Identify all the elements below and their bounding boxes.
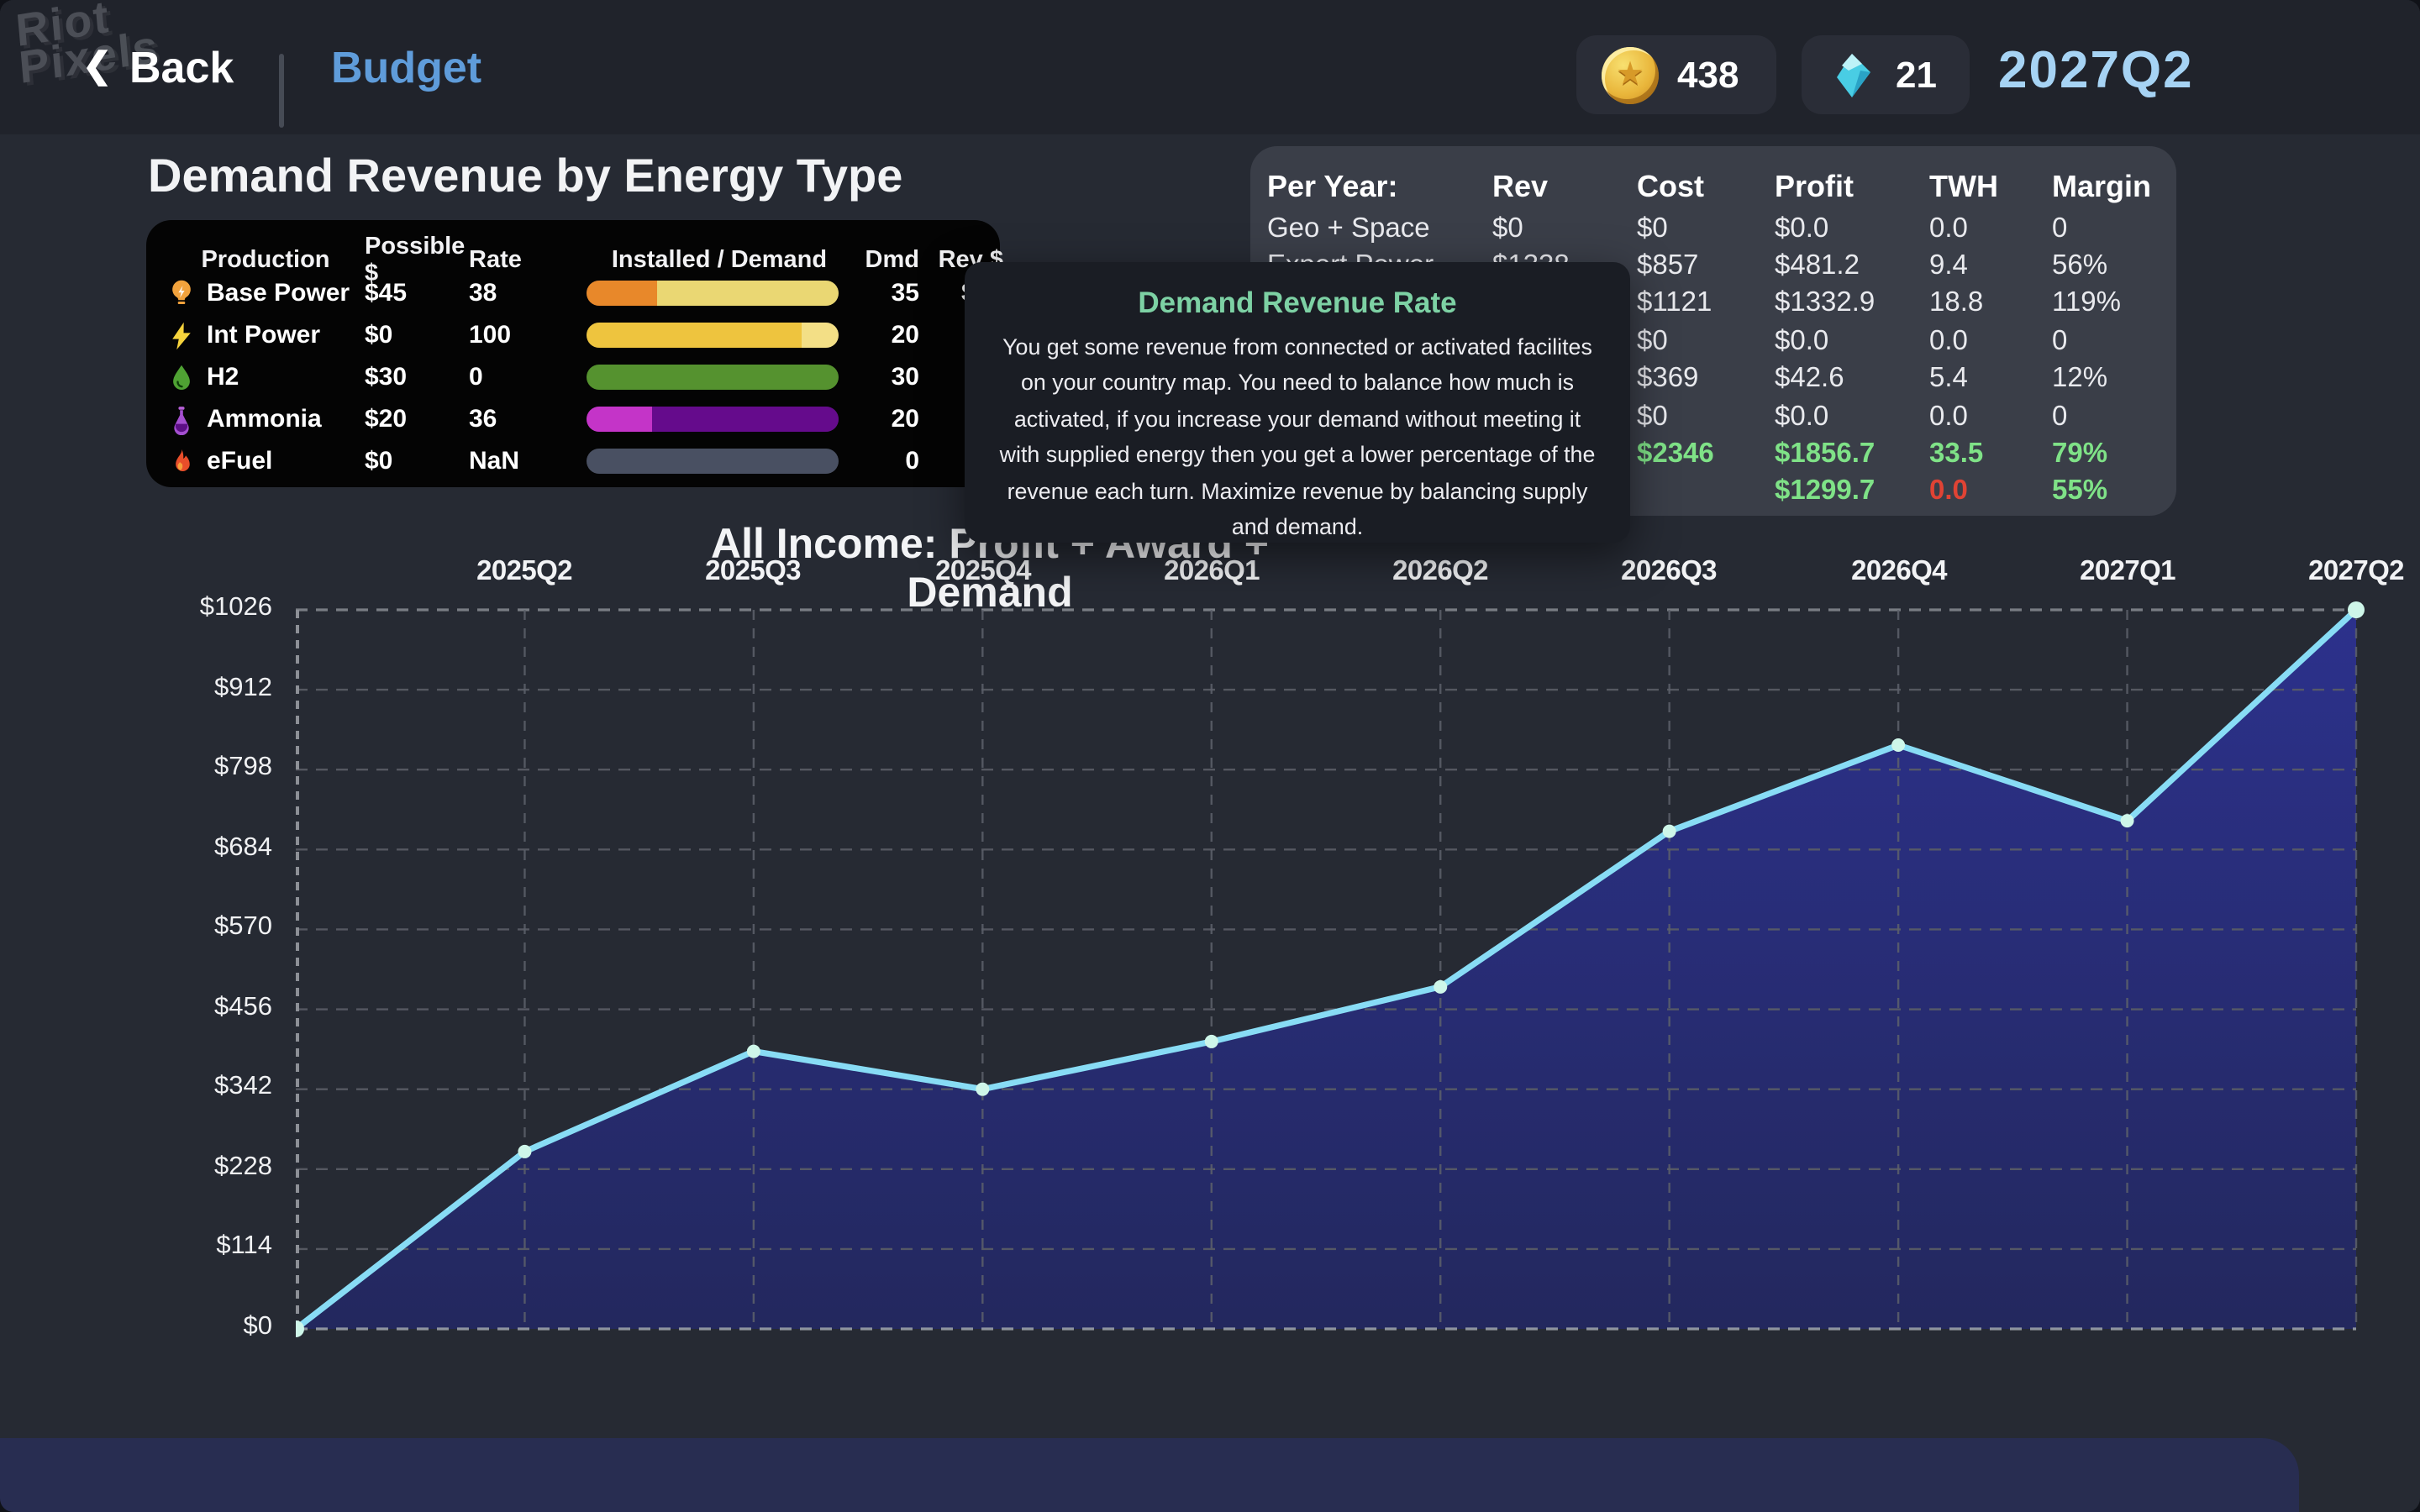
y-tick-label: $0 bbox=[161, 1312, 272, 1342]
x-tick-label: 2026Q3 bbox=[1593, 556, 1744, 588]
y-tick-label: $114 bbox=[161, 1231, 272, 1262]
energy-name: Ammonia bbox=[207, 405, 322, 433]
coin-counter[interactable]: ★ 438 bbox=[1576, 35, 1776, 114]
dmd-value: 35 bbox=[852, 279, 919, 307]
installed-demand-bar bbox=[587, 365, 839, 390]
coin-icon: ★ bbox=[1602, 46, 1659, 103]
energy-name: eFuel bbox=[207, 447, 272, 475]
data-point[interactable] bbox=[976, 1083, 989, 1096]
installed-demand-bar bbox=[587, 407, 839, 432]
tooltip-demand-revenue-rate: Demand Revenue Rate You get some revenue… bbox=[965, 262, 1630, 543]
current-quarter: 2027Q2 bbox=[1998, 40, 2194, 101]
back-button[interactable]: Back bbox=[129, 42, 234, 94]
demand-row-ammonia[interactable]: Ammonia $20 36 20 $7 bbox=[166, 398, 980, 440]
demand-row-base-power[interactable]: Base Power $45 38 35 $17 bbox=[166, 272, 980, 314]
gem-counter[interactable]: 21 bbox=[1802, 35, 1970, 114]
dmd-value: 30 bbox=[852, 363, 919, 391]
installed-demand-bar bbox=[587, 449, 839, 474]
coin-count: 438 bbox=[1677, 53, 1739, 97]
back-chevron-icon[interactable]: ❮ bbox=[82, 45, 112, 87]
energy-name: Int Power bbox=[207, 321, 320, 349]
income-area-chart[interactable] bbox=[296, 598, 2366, 1337]
energy-name: Base Power bbox=[207, 279, 350, 307]
possible-value: $20 bbox=[365, 405, 469, 433]
top-bar: RiotPixels ❮ Back Budget ★ 438 21 2027Q2 bbox=[0, 0, 2420, 134]
demand-row-h2[interactable]: H2 $30 0 30 $0 bbox=[166, 356, 980, 398]
rate-value: 36 bbox=[469, 405, 587, 433]
demand-revenue-panel: Production Possible $ Rate Installed / D… bbox=[146, 220, 1000, 487]
nav-divider bbox=[279, 54, 284, 128]
x-tick-label: 2026Q2 bbox=[1365, 556, 1516, 588]
game-screen: RiotPixels ❮ Back Budget ★ 438 21 2027Q2… bbox=[0, 0, 2420, 1512]
data-point[interactable] bbox=[1891, 738, 1905, 752]
demand-table-header: Production Possible $ Rate Installed / D… bbox=[166, 234, 980, 272]
dmd-value: 20 bbox=[852, 321, 919, 349]
tooltip-title: Demand Revenue Rate bbox=[965, 286, 1630, 321]
data-point[interactable] bbox=[518, 1145, 531, 1158]
possible-value: $0 bbox=[365, 447, 469, 475]
lightning-icon bbox=[166, 320, 197, 350]
demand-row-int-power[interactable]: Int Power $0 100 20 $0 bbox=[166, 314, 980, 356]
demand-row-efuel[interactable]: eFuel $0 NaN 0 $0 bbox=[166, 440, 980, 482]
x-tick-label: 2027Q1 bbox=[2052, 556, 2203, 588]
y-tick-label: $1026 bbox=[161, 593, 272, 623]
gem-count: 21 bbox=[1896, 53, 1937, 97]
y-tick-label: $342 bbox=[161, 1072, 272, 1102]
data-point[interactable] bbox=[1434, 980, 1447, 994]
per-year-row-0: Geo + Space$0$0$0.00.00 bbox=[1267, 210, 2176, 248]
x-tick-label: 2025Q2 bbox=[449, 556, 600, 588]
y-tick-label: $798 bbox=[161, 753, 272, 783]
dmd-value: 20 bbox=[852, 405, 919, 433]
x-tick-label: 2026Q4 bbox=[1823, 556, 1975, 588]
y-tick-label: $570 bbox=[161, 912, 272, 942]
gem-icon bbox=[1827, 50, 1877, 100]
rate-value: 38 bbox=[469, 279, 587, 307]
bulb-icon bbox=[166, 278, 197, 308]
area-fill bbox=[296, 610, 2356, 1329]
per-year-header: Per Year:RevCostProfitTWHMargin bbox=[1267, 165, 2176, 210]
rate-value: NaN bbox=[469, 447, 587, 475]
droplet-icon bbox=[166, 362, 197, 392]
tab-budget[interactable]: Budget bbox=[331, 42, 481, 94]
possible-value: $45 bbox=[365, 279, 469, 307]
data-point[interactable] bbox=[1205, 1035, 1218, 1048]
data-point[interactable] bbox=[1663, 825, 1676, 838]
rate-value: 0 bbox=[469, 363, 587, 391]
tooltip-body: You get some revenue from connected or a… bbox=[965, 329, 1630, 545]
energy-name: H2 bbox=[207, 363, 239, 391]
possible-value: $30 bbox=[365, 363, 469, 391]
flask-icon bbox=[166, 404, 197, 434]
data-point[interactable] bbox=[2348, 601, 2365, 618]
data-point[interactable] bbox=[747, 1045, 760, 1058]
rate-value: 100 bbox=[469, 321, 587, 349]
flame-icon bbox=[166, 446, 197, 476]
x-tick-label: 2027Q2 bbox=[2281, 556, 2420, 588]
y-tick-label: $456 bbox=[161, 993, 272, 1023]
y-tick-label: $684 bbox=[161, 833, 272, 864]
demand-table-title: Demand Revenue by Energy Type bbox=[148, 150, 902, 203]
dmd-value: 0 bbox=[852, 447, 919, 475]
installed-demand-bar bbox=[587, 323, 839, 348]
data-point[interactable] bbox=[2121, 814, 2134, 827]
y-tick-label: $912 bbox=[161, 674, 272, 704]
possible-value: $0 bbox=[365, 321, 469, 349]
y-tick-label: $228 bbox=[161, 1152, 272, 1183]
installed-demand-bar bbox=[587, 281, 839, 306]
bottom-panel-edge bbox=[0, 1438, 2299, 1512]
